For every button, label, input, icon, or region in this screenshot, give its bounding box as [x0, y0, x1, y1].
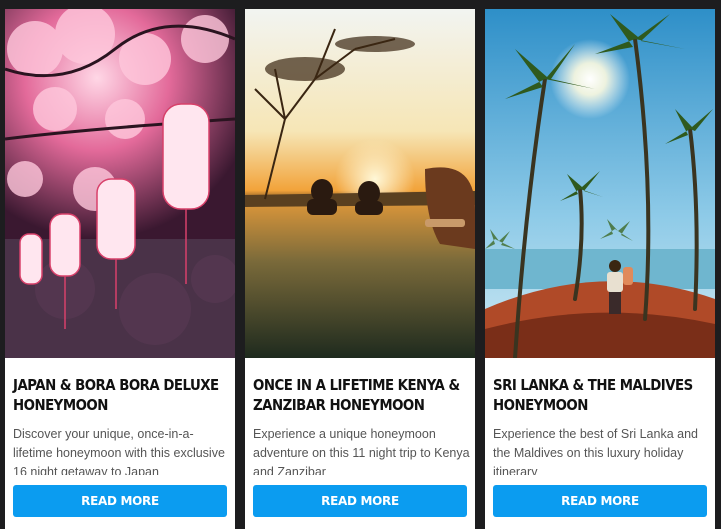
tour-description: Experience a unique honeymoon adventure …: [253, 427, 470, 475]
tour-card-kenya[interactable]: Once in a Lifetime Kenya & Zanzibar Hone…: [245, 9, 475, 529]
palm-trees-beach-image: [485, 9, 715, 358]
tour-image-sri-lanka[interactable]: [485, 9, 715, 358]
cherry-blossom-lanterns-image: [5, 9, 235, 358]
read-more-button[interactable]: Read More: [13, 485, 227, 517]
read-more-button[interactable]: Read More: [493, 485, 707, 517]
infinity-pool-sunset-image: [245, 9, 475, 358]
tour-title[interactable]: Sri Lanka & The Maldives Honeymoon: [493, 375, 712, 415]
tour-title[interactable]: Japan & Bora Bora Deluxe Honeymoon: [13, 375, 232, 415]
tour-description: Discover your unique, once-in-a-lifetime…: [13, 427, 225, 475]
tour-description: Experience the best of Sri Lanka and the…: [493, 427, 698, 475]
tour-image-japan[interactable]: [5, 9, 235, 358]
read-more-button[interactable]: Read More: [253, 485, 467, 517]
tour-image-kenya[interactable]: [245, 9, 475, 358]
tour-card-sri-lanka[interactable]: Sri Lanka & The Maldives Honeymoon Exper…: [485, 9, 715, 529]
tour-card-japan[interactable]: Japan & Bora Bora Deluxe Honeymoon Disco…: [5, 9, 235, 529]
tour-title[interactable]: Once in a Lifetime Kenya & Zanzibar Hone…: [253, 375, 472, 415]
